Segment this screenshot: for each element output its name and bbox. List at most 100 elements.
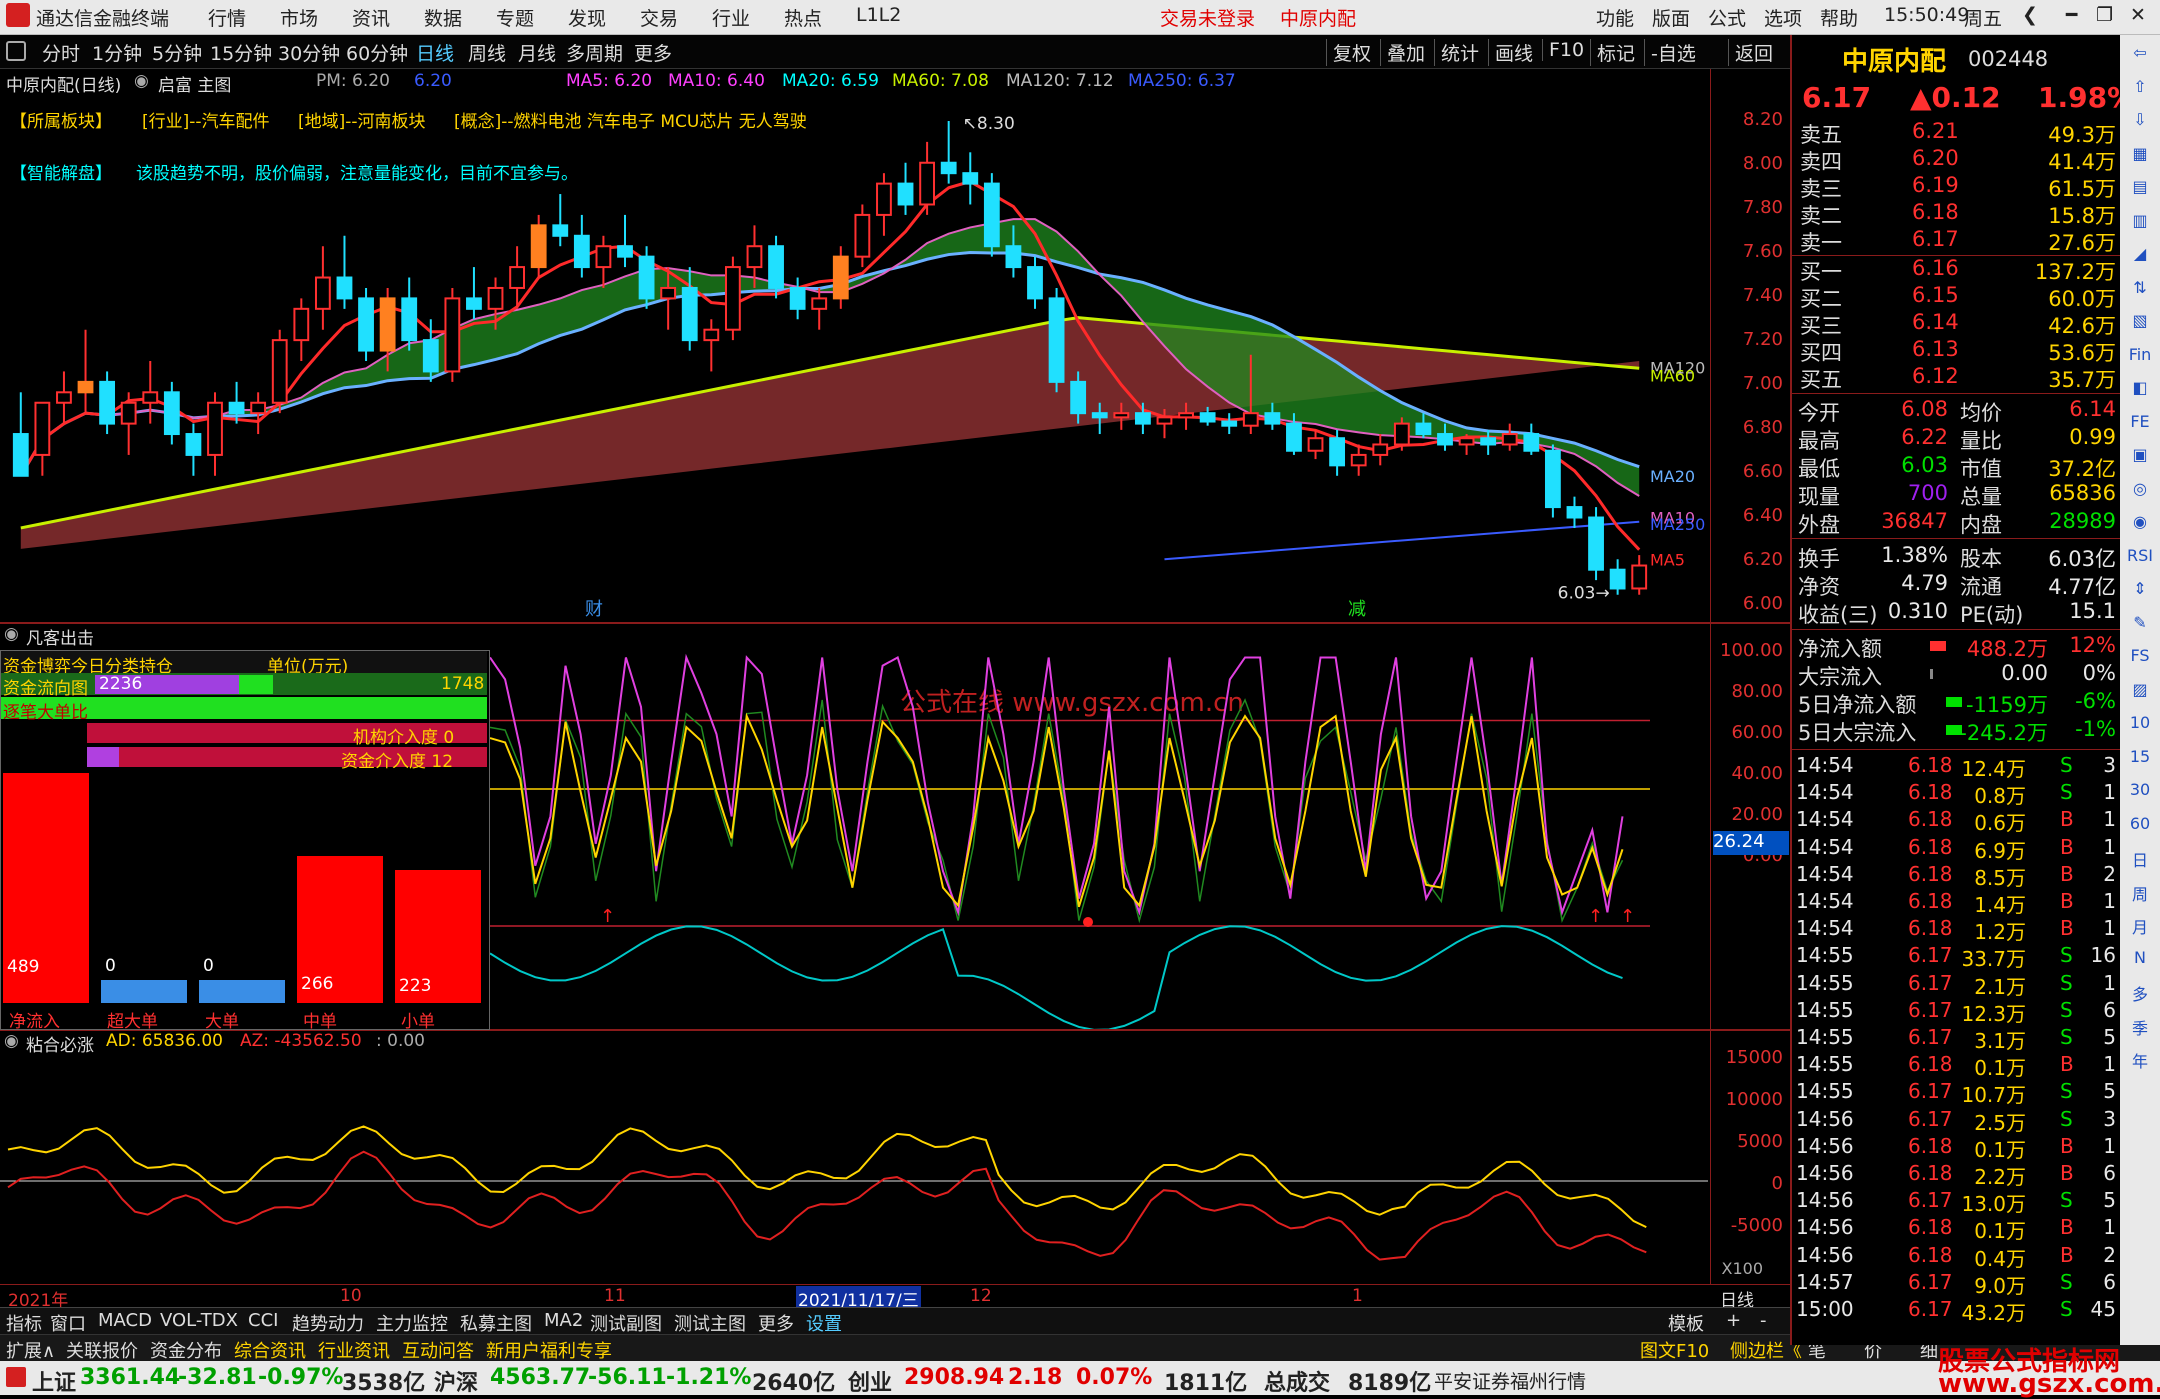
candle[interactable]	[1458, 437, 1475, 446]
candle[interactable]	[1264, 412, 1281, 425]
menu-help[interactable]: 帮助	[1820, 4, 1858, 31]
candle[interactable]	[1566, 506, 1583, 519]
period-tick[interactable]: 分时	[42, 39, 80, 66]
candle[interactable]	[638, 255, 655, 300]
candle[interactable]	[1286, 422, 1302, 452]
period-more[interactable]: 更多	[634, 39, 672, 66]
side-tool-icon[interactable]: ⇩	[2120, 110, 2160, 129]
candle[interactable]	[832, 255, 849, 300]
candle[interactable]	[77, 380, 94, 394]
candle[interactable]	[1631, 564, 1648, 590]
tab-vol[interactable]: VOL-TDX	[160, 1310, 238, 1331]
candle[interactable]	[897, 182, 914, 206]
period-1min[interactable]: 1分钟	[92, 39, 142, 66]
candle[interactable]	[163, 391, 180, 436]
candle[interactable]	[1307, 437, 1324, 452]
candle[interactable]	[293, 307, 310, 342]
ask-row[interactable]: 卖五 6.21 49.3万	[1792, 119, 2122, 147]
candle[interactable]	[1027, 266, 1043, 300]
candle[interactable]	[768, 245, 784, 289]
menu-function[interactable]: 功能	[1596, 4, 1634, 31]
side-tool-icon[interactable]: ⇦	[2120, 43, 2160, 62]
candle[interactable]	[1372, 443, 1389, 456]
menu-news[interactable]: 资讯	[352, 4, 390, 31]
side-tool-icon[interactable]: 月	[2120, 914, 2160, 938]
ext-news[interactable]: 综合资讯	[234, 1337, 306, 1363]
tab-window[interactable]: 窗口	[50, 1310, 86, 1336]
side-tool-icon[interactable]: RSI	[2120, 546, 2160, 565]
candle[interactable]	[552, 224, 569, 237]
side-tool-icon[interactable]: ◉	[2120, 512, 2160, 531]
side-tool-icon[interactable]: FE	[2120, 412, 2160, 431]
menu-hot[interactable]: 热点	[784, 4, 822, 31]
candle[interactable]	[1048, 297, 1065, 383]
tool-overlay[interactable]: 叠加	[1380, 39, 1431, 66]
ext-industry-news[interactable]: 行业资讯	[318, 1337, 390, 1363]
menu-toggle-icon[interactable]	[6, 41, 26, 61]
ext-expand[interactable]: 扩展∧	[6, 1337, 55, 1363]
side-tool-icon[interactable]: ▦	[2120, 144, 2160, 163]
side-tool-icon[interactable]: ✎	[2120, 613, 2160, 632]
candle[interactable]	[1393, 422, 1410, 446]
nianhe-indicator-chart[interactable]	[0, 1031, 1708, 1284]
candle[interactable]	[1480, 437, 1497, 446]
minimize-icon[interactable]: ━	[2066, 4, 2077, 26]
ext-related[interactable]: 关联报价	[66, 1337, 138, 1363]
tab-private[interactable]: 私募主图	[460, 1310, 532, 1336]
tab-add[interactable]: +	[1726, 1310, 1741, 1331]
ask-row[interactable]: 卖一 6.17 27.6万	[1792, 227, 2122, 255]
candle[interactable]	[1501, 433, 1518, 446]
tab-test-main[interactable]: 测试主图	[674, 1310, 746, 1336]
candle[interactable]	[1134, 412, 1151, 425]
candle[interactable]	[811, 297, 828, 310]
candle[interactable]	[1156, 416, 1173, 425]
tab-remove[interactable]: -	[1760, 1310, 1767, 1331]
side-tool-icon[interactable]: ◢	[2120, 244, 2160, 263]
menu-discover[interactable]: 发现	[568, 4, 606, 31]
cy-name[interactable]: 创业	[848, 1365, 892, 1397]
menu-market2[interactable]: 市场	[280, 4, 318, 31]
candle[interactable]	[1091, 412, 1108, 419]
candle[interactable]	[336, 276, 353, 300]
hs-name[interactable]: 沪深	[434, 1365, 478, 1397]
tab-test-sub[interactable]: 测试副图	[590, 1310, 662, 1336]
period-15min[interactable]: 15分钟	[210, 39, 272, 66]
menu-layout[interactable]: 版面	[1652, 4, 1690, 31]
candle[interactable]	[487, 286, 504, 310]
candle[interactable]	[746, 245, 763, 269]
candle[interactable]	[1113, 412, 1130, 419]
event-marker[interactable]: 减	[1348, 599, 1366, 620]
side-tool-icon[interactable]: 周	[2120, 881, 2160, 905]
candlestick-chart[interactable]: ↖8.306.03→MA120MA60MA20MA10MA250MA5财减	[0, 69, 1708, 622]
candle[interactable]	[573, 234, 590, 269]
ext-welfare[interactable]: 新用户福利专享	[486, 1337, 612, 1363]
candle[interactable]	[466, 297, 482, 310]
money-flow-panel[interactable]: 资金博弈今日分类持仓 单位(万元) 资金流向图 2236 1748 逐笔大单比 …	[0, 650, 490, 1032]
back-arrow-icon[interactable]: ❮	[2022, 4, 2038, 26]
side-tool-icon[interactable]: ▨	[2120, 680, 2160, 699]
menu-l1l2[interactable]: L1L2	[856, 4, 901, 26]
menu-formula[interactable]: 公式	[1708, 4, 1746, 31]
event-marker[interactable]: 财	[585, 599, 603, 620]
period-60min[interactable]: 60分钟	[346, 39, 408, 66]
side-tool-icon[interactable]: ⇧	[2120, 77, 2160, 96]
side-tool-icon[interactable]: FS	[2120, 646, 2160, 665]
candle[interactable]	[983, 182, 1000, 248]
candle[interactable]	[228, 401, 245, 415]
candle[interactable]	[509, 266, 526, 289]
side-tool-icon[interactable]: Fin	[2120, 345, 2160, 364]
close-icon[interactable]: ✕	[2130, 4, 2146, 26]
candle[interactable]	[56, 391, 72, 404]
tab-main-monitor[interactable]: 主力监控	[376, 1310, 448, 1336]
period-week[interactable]: 周线	[468, 39, 506, 66]
tool-back[interactable]: 返回	[1728, 39, 1779, 66]
candle[interactable]	[422, 339, 439, 373]
side-tool-icon[interactable]: N	[2120, 948, 2160, 967]
ask-row[interactable]: 卖四 6.20 41.4万	[1792, 146, 2122, 174]
candle[interactable]	[1242, 412, 1259, 427]
side-tool-icon[interactable]: ⇅	[2120, 278, 2160, 297]
candle[interactable]	[1070, 380, 1087, 415]
side-tool-icon[interactable]: 多	[2120, 981, 2160, 1005]
candle[interactable]	[99, 380, 116, 425]
candle[interactable]	[34, 401, 51, 456]
